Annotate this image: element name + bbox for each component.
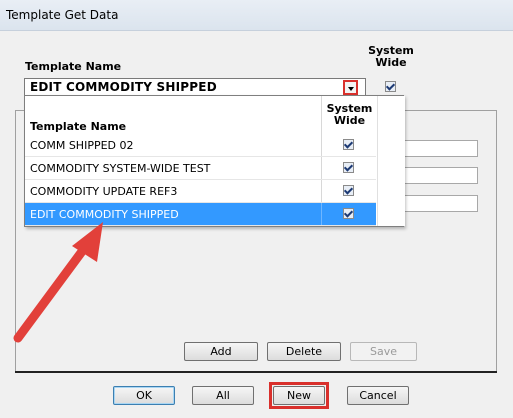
annotation-arrow-icon [13, 222, 103, 343]
